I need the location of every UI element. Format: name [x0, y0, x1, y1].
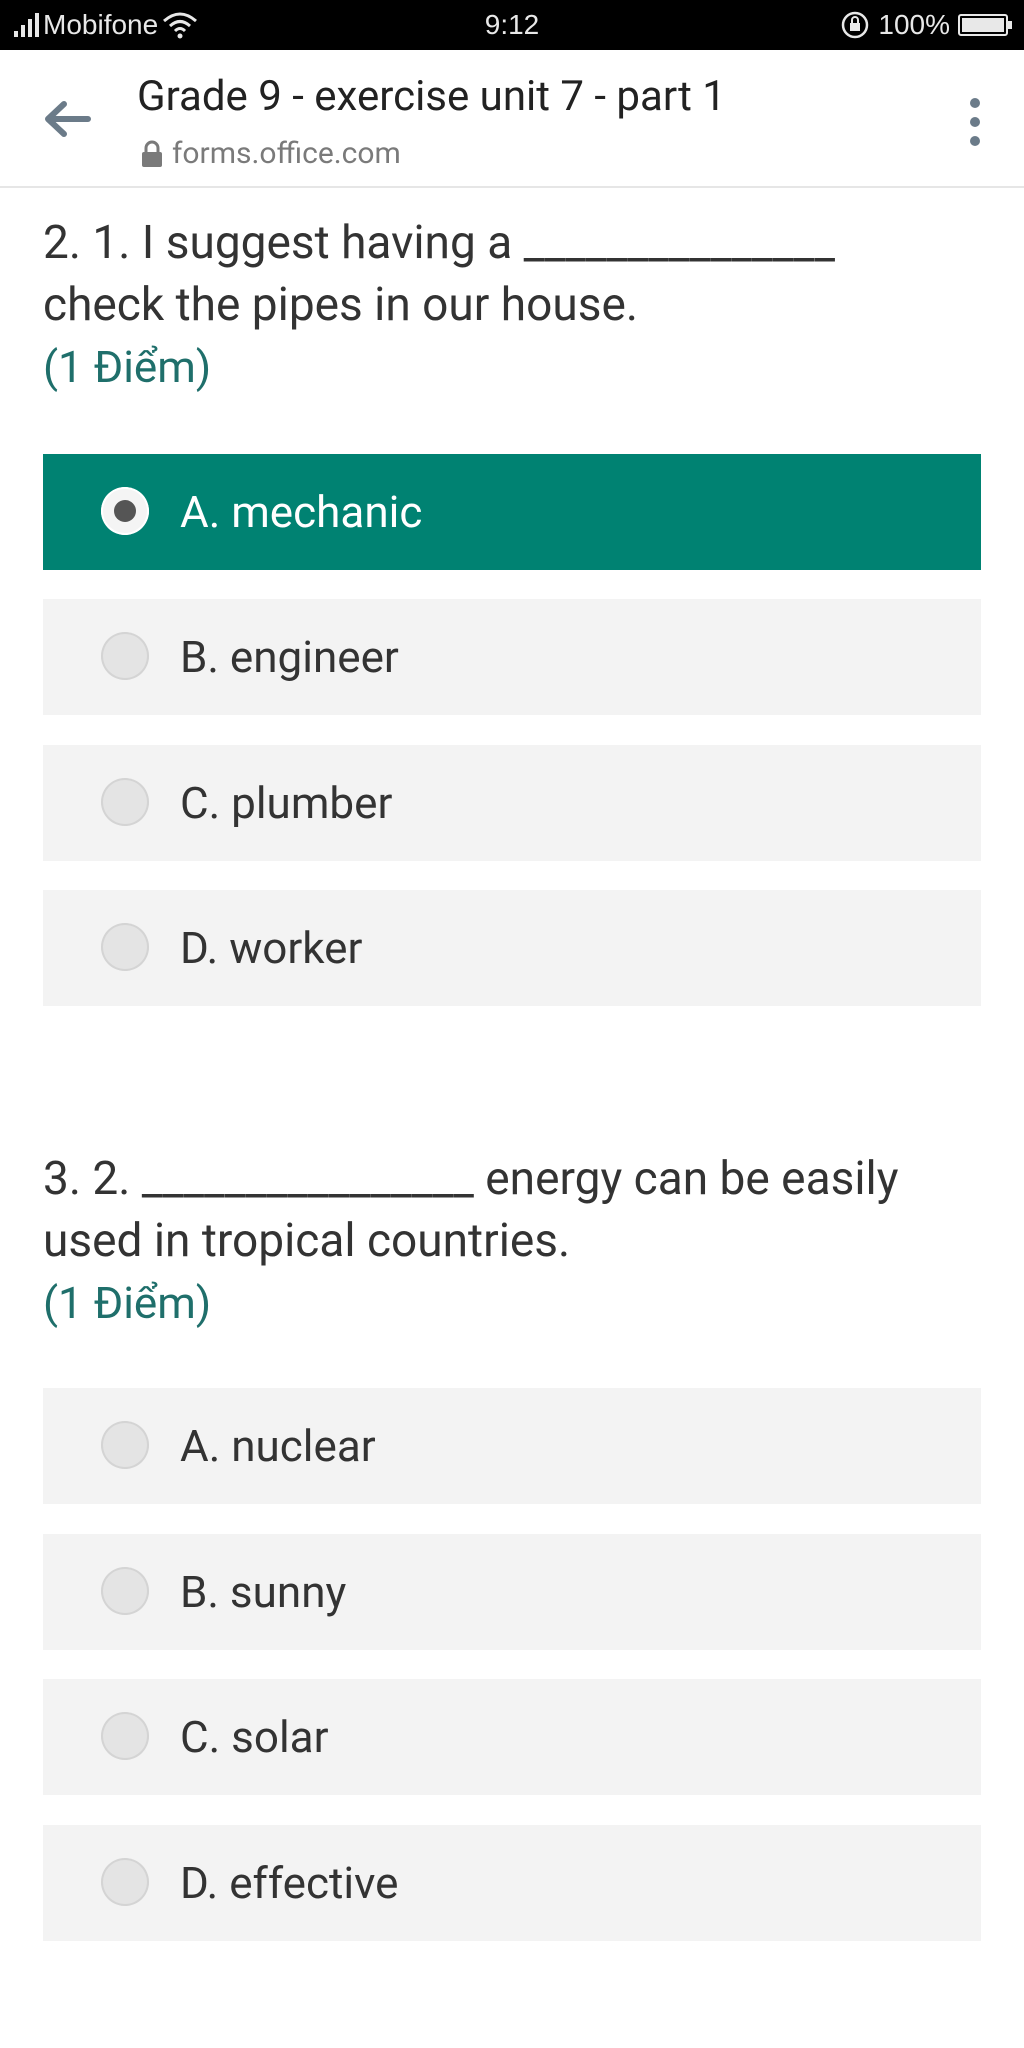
option-label: B. engineer: [180, 631, 399, 683]
status-bar: Mobifone 9:12 100%: [0, 0, 1024, 50]
clock: 9:12: [484, 9, 540, 40]
question-prompt-line1: I suggest having a _______________: [141, 216, 835, 270]
back-arrow-icon: [45, 101, 91, 137]
question-text: 2. 1. I suggest having a _______________…: [43, 212, 983, 336]
status-right: 100%: [840, 0, 1012, 50]
option-b-engineer[interactable]: B. engineer: [43, 599, 981, 715]
option-label: B. sunny: [180, 1566, 347, 1618]
option-a-nuclear[interactable]: A. nuclear: [43, 1388, 981, 1504]
option-d-worker[interactable]: D. worker: [43, 890, 981, 1006]
option-d-effective[interactable]: D. effective: [43, 1825, 981, 1941]
lock-icon: [142, 140, 162, 167]
radio-button[interactable]: [101, 778, 149, 826]
option-c-plumber[interactable]: C. plumber: [43, 745, 981, 861]
more-vert-icon: [970, 98, 980, 109]
more-menu-button[interactable]: [950, 94, 1000, 150]
rotation-lock-icon: [842, 11, 869, 39]
option-label: D. effective: [180, 1857, 399, 1909]
question-prompt-line2: check the pipes in our house.: [43, 278, 638, 332]
battery-fill: [962, 18, 1004, 32]
option-label: A. mechanic: [180, 486, 423, 538]
radio-button[interactable]: [101, 1712, 149, 1760]
option-c-solar[interactable]: C. solar: [43, 1679, 981, 1795]
back-button[interactable]: [38, 90, 96, 148]
option-label: D. worker: [180, 922, 363, 974]
option-label: C. plumber: [180, 777, 393, 829]
question-points: (1 Điểm): [43, 341, 212, 393]
battery-icon: [958, 14, 1012, 36]
option-b-sunny[interactable]: B. sunny: [43, 1534, 981, 1650]
question-2: 3. 2. ________________ energy can be eas…: [43, 1148, 983, 1334]
question-1: 2. 1. I suggest having a _______________…: [43, 212, 983, 398]
option-a-mechanic[interactable]: A. mechanic: [43, 454, 981, 570]
question-prompt-line2: used in tropical countries.: [43, 1214, 571, 1268]
battery-percent: 100%: [878, 9, 950, 40]
question-number: 2. 1.: [43, 216, 131, 270]
question-number: 3. 2.: [43, 1152, 131, 1206]
page-title: Grade 9 - exercise unit 7 - part 1: [137, 72, 726, 121]
url-text: forms.office.com: [172, 136, 401, 171]
radio-button[interactable]: [101, 487, 149, 535]
radio-button[interactable]: [101, 632, 149, 680]
radio-button[interactable]: [101, 1421, 149, 1469]
question-text: 3. 2. ________________ energy can be eas…: [43, 1148, 983, 1272]
option-label: A. nuclear: [180, 1420, 376, 1472]
question-points: (1 Điểm): [43, 1277, 212, 1329]
question-prompt-line1: ________________ energy can be easily: [141, 1152, 899, 1206]
option-label: C. solar: [180, 1711, 329, 1763]
radio-button[interactable]: [101, 1858, 149, 1906]
browser-toolbar: Grade 9 - exercise unit 7 - part 1 forms…: [0, 50, 1024, 188]
radio-button[interactable]: [101, 923, 149, 971]
radio-button[interactable]: [101, 1567, 149, 1615]
url-display[interactable]: forms.office.com: [140, 136, 401, 171]
